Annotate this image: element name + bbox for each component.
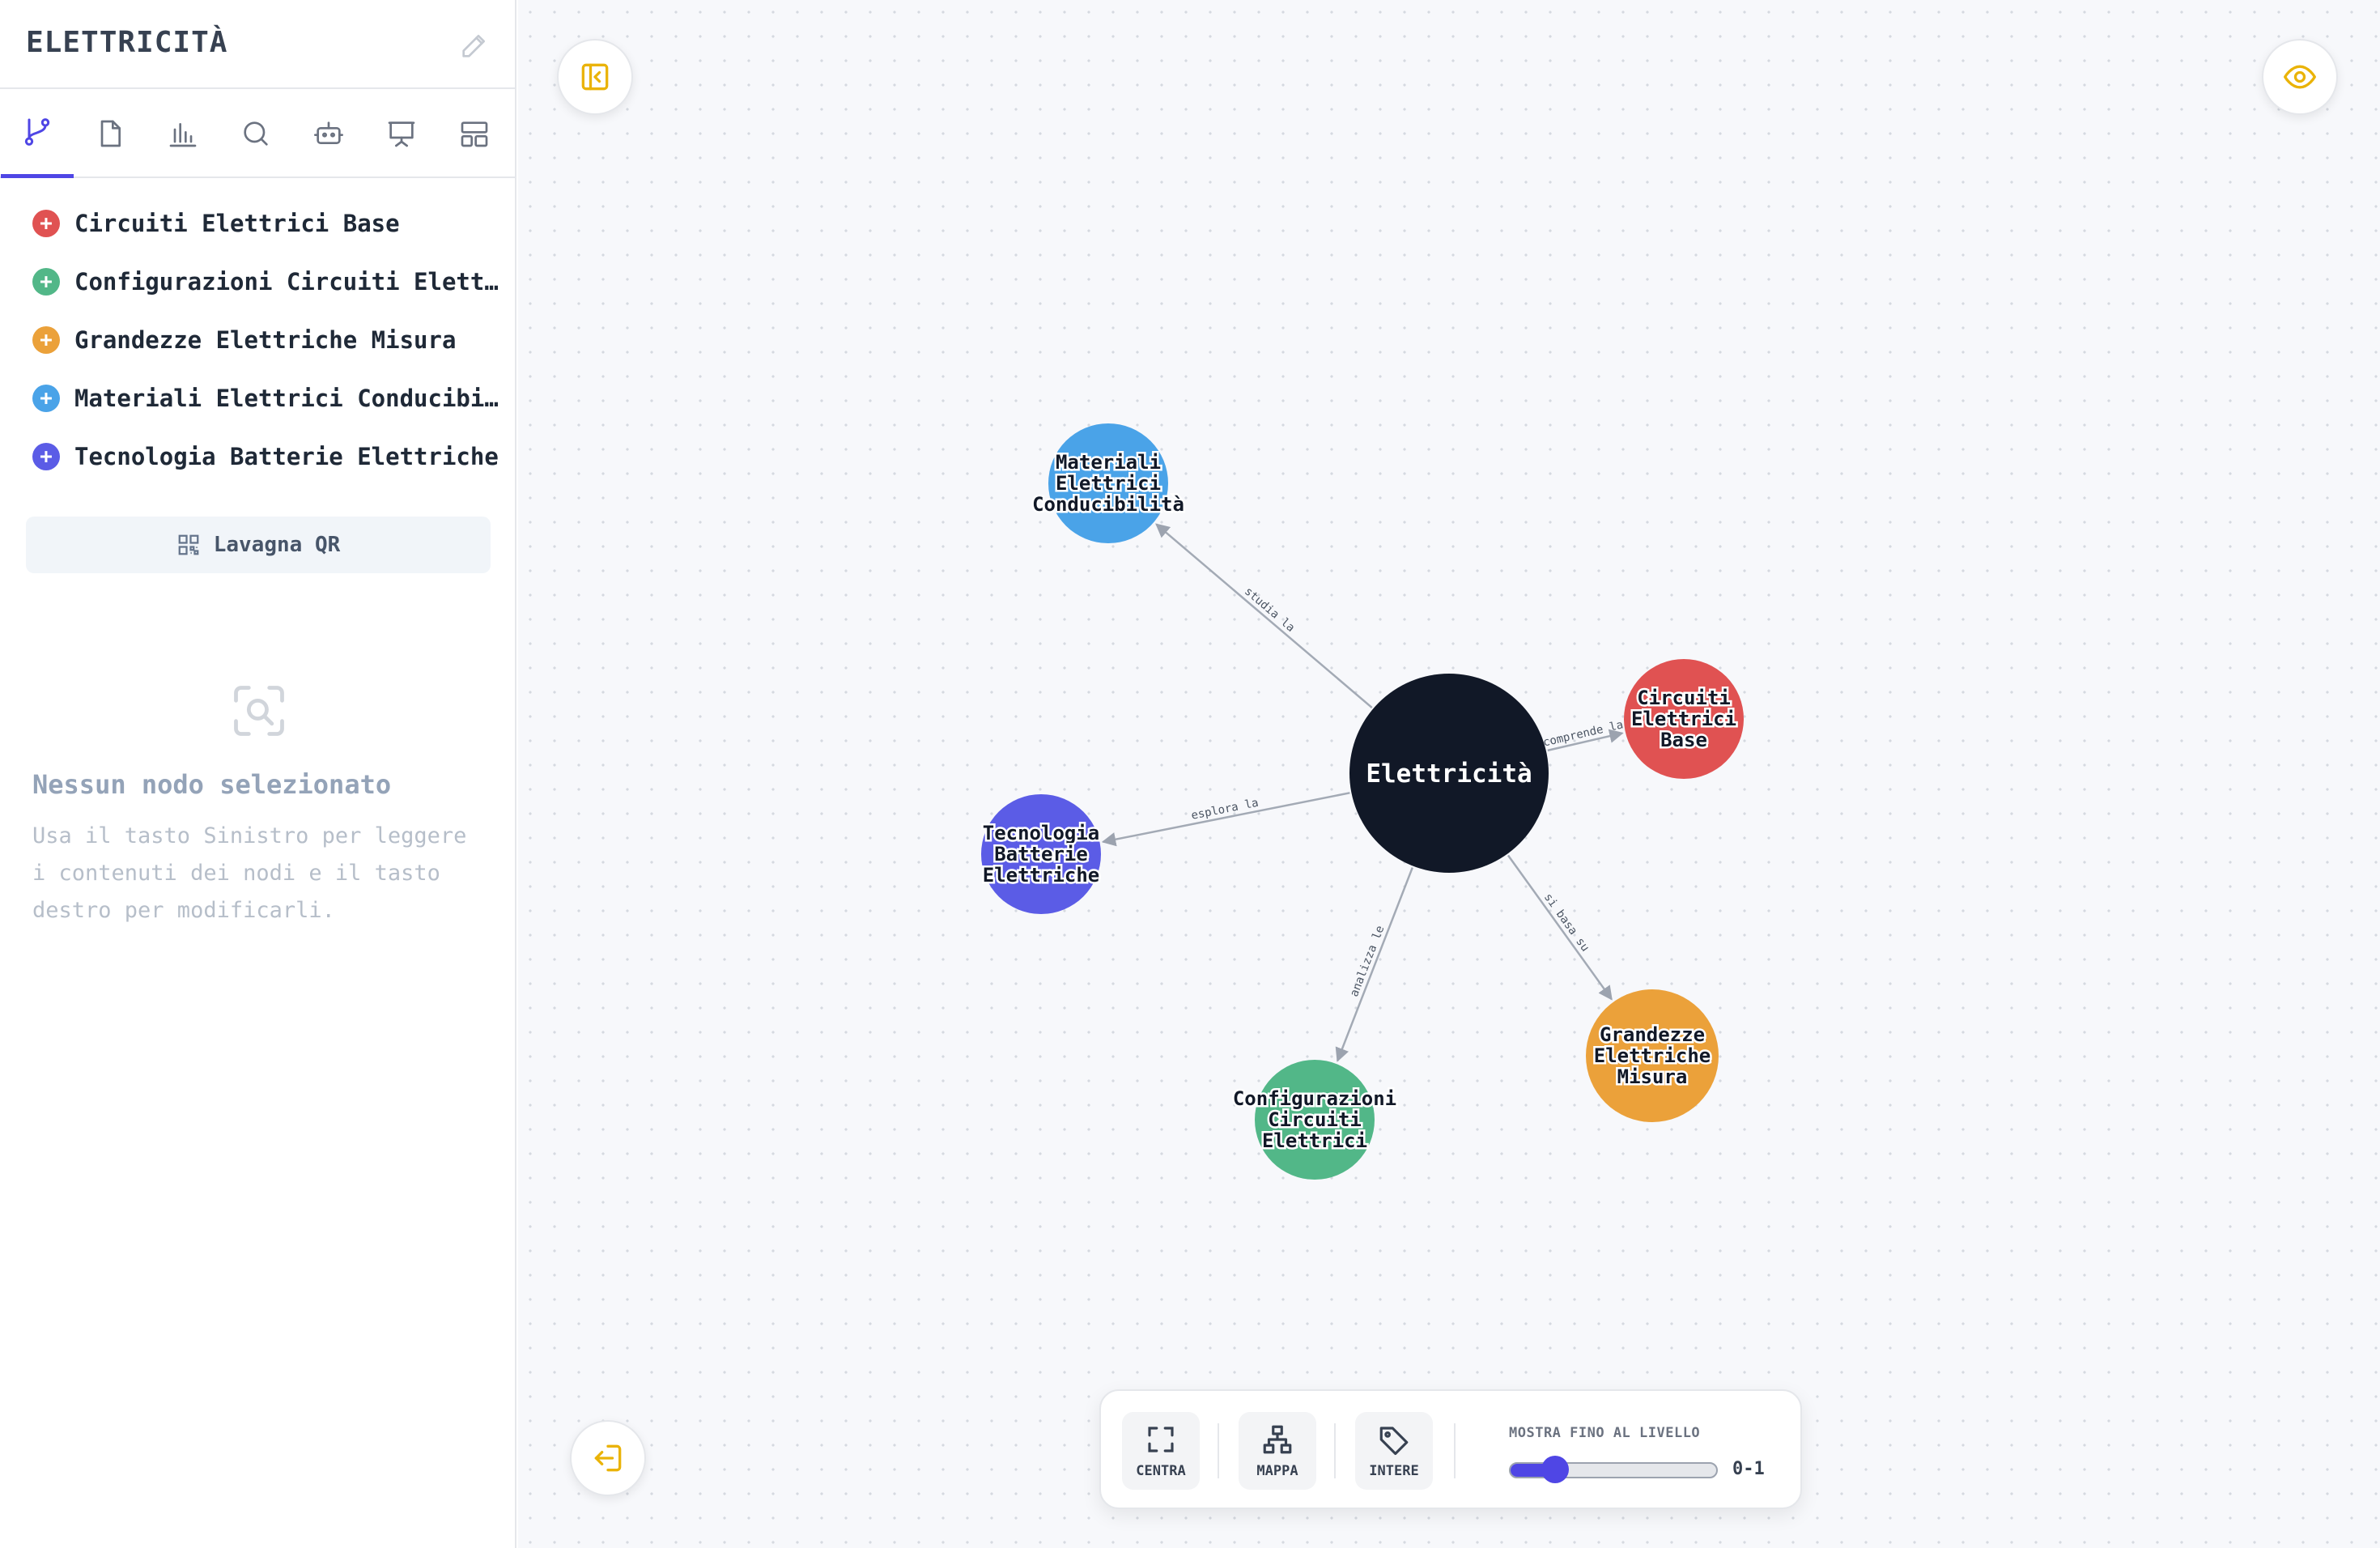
qr-code-icon [178, 534, 199, 555]
node-label: Base [1660, 729, 1707, 751]
plus-icon: + [32, 268, 60, 296]
bar-chart-icon [169, 123, 197, 147]
tab-search[interactable] [219, 89, 292, 178]
sidebar: ELETTRICITÀ + Circuiti Elettrici Base + … [0, 0, 516, 1548]
edge-line[interactable] [1155, 523, 1373, 708]
list-item[interactable]: + Configurazioni Circuiti Elettrici [0, 253, 515, 311]
node-label: Circuiti [1637, 687, 1731, 709]
node-label: Misura [1617, 1065, 1688, 1088]
edge-label: comprende la [1542, 718, 1625, 749]
whole-labels-label: INTERE [1369, 1463, 1419, 1479]
plus-icon: + [32, 210, 60, 237]
empty-title: Nessun nodo selezionato [32, 769, 392, 800]
edge-label: si basa su [1541, 891, 1592, 955]
sidebar-header: ELETTRICITÀ [0, 0, 515, 89]
node-label: Batterie [994, 843, 1088, 865]
edge-line[interactable] [1101, 792, 1350, 847]
list-item-label: Materiali Elettrici Conducibilità [74, 385, 512, 412]
toolbar-divider [1454, 1423, 1456, 1478]
list-item-label: Circuiti Elettrici Base [74, 210, 400, 237]
node-label: Elettrici [1056, 472, 1161, 495]
edge-line[interactable] [1507, 854, 1613, 1001]
list-item-label: Configurazioni Circuiti Elettrici [74, 268, 512, 296]
list-item[interactable]: + Materiali Elettrici Conducibilità [0, 369, 515, 427]
list-item-label: Tecnologia Batterie Elettriche [74, 443, 499, 470]
center-label: CENTRA [1136, 1463, 1186, 1479]
node-label: Configurazioni [1233, 1087, 1396, 1110]
node-label: Elettrici [1631, 708, 1736, 730]
presentation-icon [388, 121, 415, 147]
list-item[interactable]: + Grandezze Elettriche Misura [0, 311, 515, 369]
bottom-toolbar: CENTRA MAPPA INTERE MOSTRA FINO AL LIVEL… [1099, 1389, 1802, 1509]
robot-icon [314, 121, 343, 144]
map-label: MAPPA [1256, 1463, 1298, 1479]
layout-icon [461, 121, 488, 147]
node-list: + Circuiti Elettrici Base + Configurazio… [0, 178, 515, 486]
sidebar-tabs [0, 89, 515, 178]
edge-label: studia la [1242, 585, 1297, 634]
empty-description: Usa il tasto Sinistro per leggere i cont… [32, 823, 467, 923]
map-canvas[interactable]: studia la comprende la esplora la analizza … [518, 0, 2380, 1548]
git-branch-icon [24, 117, 50, 146]
level-label: MOSTRA FINO AL LIVELLO [1509, 1425, 1701, 1441]
tab-layout[interactable] [438, 89, 511, 178]
tab-ai[interactable] [292, 89, 365, 178]
level-slider-thumb[interactable] [1541, 1456, 1569, 1483]
scan-search-icon [234, 686, 284, 736]
plus-icon: + [32, 385, 60, 412]
node-label: Elettriche [983, 864, 1100, 887]
tab-presentation[interactable] [365, 89, 438, 178]
node-label: Materiali [1056, 451, 1161, 474]
node-label: Circuiti [1268, 1108, 1362, 1131]
mind-map-graph: studia lacomprende laesplora laanalizza … [980, 423, 1744, 1180]
log-out-icon [594, 1444, 622, 1472]
node-label: Tecnologia [983, 822, 1100, 844]
plus-icon: + [32, 326, 60, 354]
qr-board-label: Lavagna QR [213, 533, 341, 557]
list-item[interactable]: + Tecnologia Batterie Elettriche [0, 427, 515, 486]
tab-stats[interactable] [147, 89, 219, 178]
edge-line[interactable] [1335, 867, 1413, 1062]
fullscreen-icon [1148, 1427, 1174, 1452]
level-slider[interactable] [1509, 1462, 1718, 1478]
node-label: Conducibilità [1032, 493, 1184, 516]
center-button[interactable]: CENTRA [1122, 1412, 1200, 1490]
file-icon [100, 120, 121, 147]
qr-board-button[interactable]: Lavagna QR [26, 517, 491, 573]
map-button[interactable]: MAPPA [1239, 1412, 1316, 1490]
list-item-label: Grandezze Elettriche Misura [74, 326, 457, 354]
node-label: Elettriche [1594, 1044, 1711, 1067]
list-item[interactable]: + Circuiti Elettrici Base [0, 194, 515, 253]
toolbar-divider [1218, 1423, 1219, 1478]
tag-icon [1379, 1427, 1409, 1456]
edit-title-button[interactable] [458, 29, 491, 62]
tab-document[interactable] [74, 89, 147, 178]
edge-label: analizza le [1348, 924, 1387, 998]
node-label: Grandezze [1600, 1023, 1705, 1046]
level-value: 0-1 [1732, 1459, 1765, 1479]
search-icon [244, 121, 268, 146]
map-title: ELETTRICITÀ [26, 26, 228, 59]
node-label: Elettrici [1262, 1129, 1367, 1152]
tab-map[interactable] [1, 89, 74, 178]
center-node-label: Elettricità [1366, 759, 1532, 789]
pencil-icon [462, 35, 485, 57]
sitemap-icon [1263, 1425, 1292, 1454]
whole-labels-button[interactable]: INTERE [1355, 1412, 1433, 1490]
toolbar-divider [1334, 1423, 1336, 1478]
exit-button[interactable] [570, 1420, 646, 1496]
plus-icon: + [32, 443, 60, 470]
